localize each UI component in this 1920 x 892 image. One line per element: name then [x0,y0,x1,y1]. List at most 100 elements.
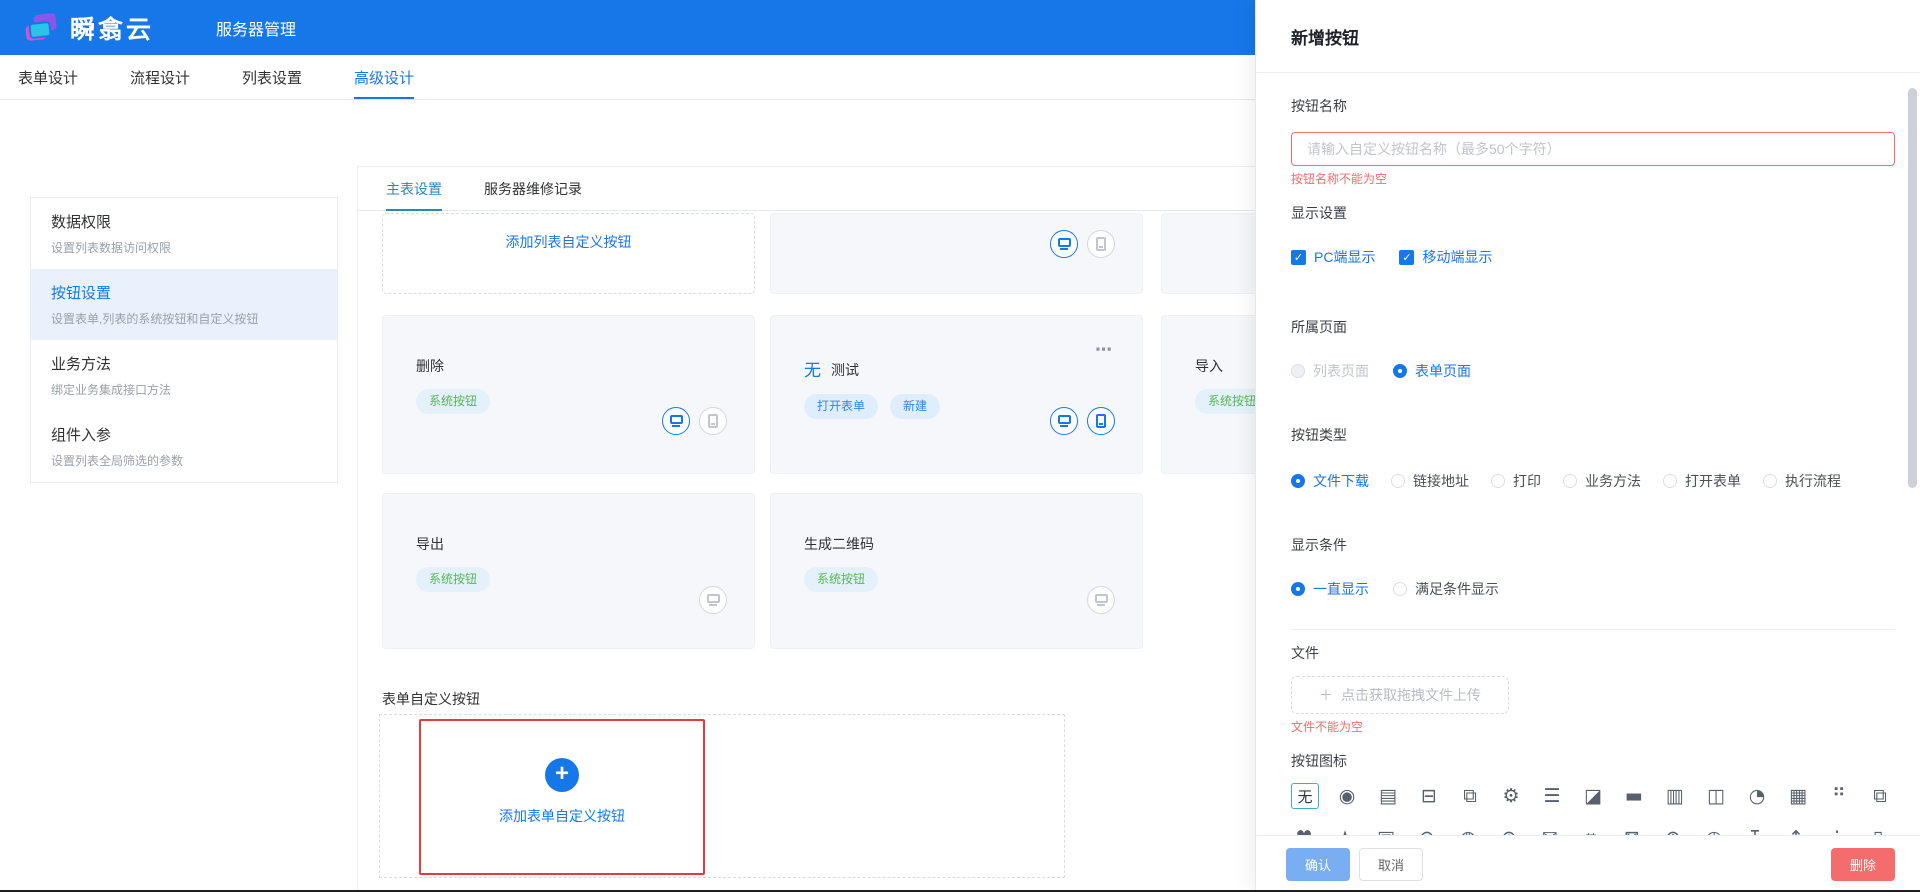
document-icon[interactable]: ▤ [1375,783,1401,809]
type-option-打开表单[interactable]: 打开表单 [1663,471,1741,491]
sidebar-item-title: 按钮设置 [51,285,112,302]
button-card-测试[interactable]: 无测试 打开表单 新建 ⋯ [770,315,1143,474]
logo-icon [22,9,62,47]
top-tab-高级设计[interactable]: 高级设计 [354,55,415,99]
delete-button[interactable]: 删除 [1830,847,1895,881]
monitor-icon [1057,237,1071,247]
pie-chart-icon[interactable]: ◔ [1744,783,1770,809]
gear-icon[interactable]: ⚙ [1498,783,1524,809]
add-list-label: 添加列表自定义按钮 [505,234,632,250]
tag-新建: 新建 [890,394,941,419]
phone-toggle[interactable] [699,407,727,435]
radio [1663,474,1677,488]
record-icon[interactable]: ◉ [1334,783,1360,809]
file-upload-button[interactable]: ＋ 点击获取拖拽文件上传 [1291,676,1509,714]
sidebar-item-业务方法[interactable]: 业务方法 绑定业务集成接口方法 [31,340,337,411]
card-name: 导出 [416,536,444,552]
checkbox: ✓ [1399,249,1415,265]
logo[interactable]: 瞬翕云 [22,9,154,47]
checkbox-移动端显示[interactable]: ✓ 移动端显示 [1399,247,1492,267]
briefcase-icon[interactable]: ⊟ [1416,783,1442,809]
layers-icon[interactable]: ⧉ [1867,783,1893,809]
more-icon[interactable]: ⋯ [1095,340,1112,360]
checkbox: ✓ [1291,249,1306,265]
type-option-链接地址[interactable]: 链接地址 [1391,471,1469,491]
top-tab-表单设计[interactable]: 表单设计 [18,55,78,99]
monitor-icon [706,593,720,603]
card-body: 无测试打开表单 新建 [771,316,1142,419]
condition-section-label: 显示条件 [1291,537,1347,553]
type-option-文件下载[interactable]: 文件下载 [1291,471,1369,491]
option-label: PC端显示 [1314,249,1376,265]
option-label: 文件下载 [1313,473,1369,489]
button-card-删除[interactable]: 删除 系统按钮 [382,315,755,474]
page: 瞬翕云 服务器管理 表单设计 流程设计 列表设置 高级设计 数据权限 设置列表数据访问权… [0,0,1920,892]
page-section-label: 所属页面 [1291,319,1347,335]
type-option-执行流程[interactable]: 执行流程 [1763,471,1841,491]
phone-icon [708,414,718,428]
button-name-input[interactable] [1291,132,1895,166]
card-name: 删除 [416,358,444,374]
condition-option-一直显示[interactable]: 一直显示 [1291,579,1369,599]
sidebar-item-subtitle: 设置列表数据访问权限 [51,241,172,255]
folder-icon[interactable]: ▬ [1621,783,1647,809]
button-card[interactable] [770,213,1143,294]
presentation-icon[interactable]: ◫ [1703,783,1729,809]
scrollbar-thumb[interactable] [1908,88,1917,488]
sidebar-item-title: 组件入参 [51,427,112,444]
sidebar-item-数据权限[interactable]: 数据权限 设置列表数据访问权限 [31,198,337,269]
radio [1391,474,1405,488]
checkbox-PC端显示[interactable]: ✓ PC端显示 [1291,247,1375,267]
monitor-toggle[interactable] [1087,586,1115,614]
screen-toggles [699,586,727,614]
image-icon[interactable]: ◪ [1580,783,1606,809]
button-name-error: 按钮名称不能为空 [1291,172,1388,186]
logo-text: 瞬翕云 [70,15,155,44]
top-tab-流程设计[interactable]: 流程设计 [130,55,190,99]
monitor-toggle[interactable] [699,586,727,614]
settings-doc-icon[interactable]: ☰ [1539,783,1565,809]
display-checkboxes: ✓ PC端显示 ✓ 移动端显示 [1291,247,1895,267]
button-card-生成二维码[interactable]: 生成二维码 系统按钮 [770,493,1143,649]
add-form-custom-button[interactable]: + 添加表单自定义按钮 [419,719,705,875]
radio [1291,474,1305,488]
button-card-导出[interactable]: 导出 系统按钮 [382,493,755,649]
condition-option-满足条件显示[interactable]: 满足条件显示 [1393,579,1499,599]
monitor-icon [1057,414,1071,424]
cancel-button[interactable]: 取消 [1359,847,1424,881]
page-option-表单页面[interactable]: 表单页面 [1393,361,1471,381]
option-label: 表单页面 [1415,363,1471,379]
calendar-icon[interactable]: ▦ [1785,783,1811,809]
tag-打开表单: 打开表单 [804,394,879,419]
main-tab-服务器维修记录[interactable]: 服务器维修记录 [484,167,582,210]
none-icon[interactable]: 无 [1291,783,1319,809]
page-option-列表页面[interactable]: 列表页面 [1291,361,1369,381]
monitor-toggle[interactable] [662,407,690,435]
card-body: 生成二维码 系统按钮 [771,494,1142,592]
sidebar-item-组件入参[interactable]: 组件入参 设置列表全局筛选的参数 [31,411,337,482]
phone-toggle[interactable] [1087,230,1115,258]
confirm-button[interactable]: 确认 [1286,847,1351,881]
copy-icon[interactable]: ⧉ [1457,783,1483,809]
clipboard-icon[interactable]: ▥ [1662,783,1688,809]
tag-系统按钮: 系统按钮 [416,389,491,414]
monitor-toggle[interactable] [1050,230,1078,258]
apps-grid-icon[interactable]: ⠛ [1826,783,1852,809]
type-section-label: 按钮类型 [1291,427,1347,443]
monitor-toggle[interactable] [1050,407,1078,435]
sidebar-item-按钮设置[interactable]: 按钮设置 设置表单,列表的系统按钮和自定义按钮 [31,269,337,340]
radio [1563,474,1577,488]
radio [1763,474,1777,488]
main-tab-主表设置[interactable]: 主表设置 [386,167,442,211]
card-body: 导出 系统按钮 [383,494,754,592]
phone-toggle[interactable] [1087,407,1115,435]
top-tab-列表设置[interactable]: 列表设置 [242,55,302,99]
screen-toggles [1087,586,1115,614]
screen-toggles [1050,407,1115,435]
type-option-业务方法[interactable]: 业务方法 [1563,471,1641,491]
type-option-打印[interactable]: 打印 [1491,471,1541,491]
card-name: 无测试 [804,361,859,380]
condition-radios: 一直显示 满足条件显示 [1291,579,1895,599]
card-body: 删除 系统按钮 [383,316,754,414]
add-list-custom-button[interactable]: 添加列表自定义按钮 [382,213,755,294]
